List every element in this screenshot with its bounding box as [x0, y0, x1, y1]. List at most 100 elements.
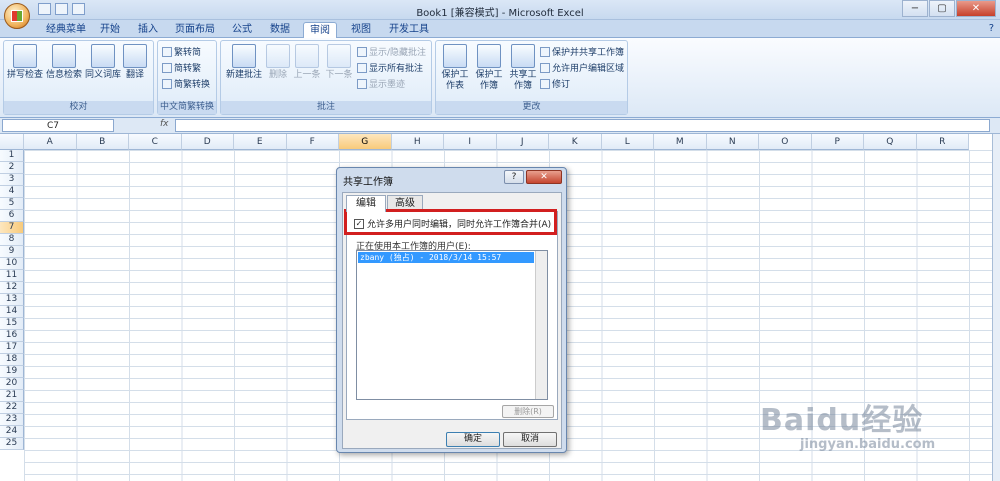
row-header[interactable]: 16 [0, 330, 24, 342]
select-all-corner[interactable] [0, 134, 24, 150]
translate-button[interactable]: 翻译 [118, 44, 152, 81]
row-header[interactable]: 15 [0, 318, 24, 330]
tab-view[interactable]: 视图 [347, 22, 375, 38]
column-header[interactable]: N [706, 134, 759, 150]
row-header[interactable]: 19 [0, 366, 24, 378]
vertical-scrollbar[interactable] [992, 134, 1000, 481]
row-header[interactable]: 11 [0, 270, 24, 282]
show-all-comments-button[interactable]: 显示所有批注 [357, 61, 423, 74]
fx-icon[interactable]: fx [160, 119, 169, 129]
protect-and-share-button[interactable]: 保护并共享工作簿 [540, 45, 624, 58]
group-label-comments: 批注 [221, 101, 431, 114]
ok-button[interactable]: 确定 [446, 432, 500, 447]
formula-input[interactable] [175, 119, 990, 132]
row-header[interactable]: 13 [0, 294, 24, 306]
chinese-conversion-button[interactable]: 简繁转换 [162, 77, 210, 90]
red-highlight-box [344, 209, 557, 235]
column-header[interactable]: M [654, 134, 707, 150]
show-hide-comment-button[interactable]: 显示/隐藏批注 [357, 45, 426, 58]
tab-review[interactable]: 审阅 [303, 22, 337, 39]
users-list[interactable]: zbany (独占) - 2018/3/14 15:57 [356, 250, 548, 400]
column-header[interactable]: R [916, 134, 969, 150]
column-header[interactable]: Q [864, 134, 917, 150]
users-list-scrollbar[interactable] [535, 251, 547, 399]
row-header[interactable]: 22 [0, 402, 24, 414]
tab-editing[interactable]: 编辑 [346, 195, 386, 212]
dialog-help-button[interactable]: ? [504, 170, 524, 184]
row-header[interactable]: 21 [0, 390, 24, 402]
show-ink-button[interactable]: 显示墨迹 [357, 77, 405, 90]
tab-insert[interactable]: 插入 [134, 22, 162, 38]
row-header[interactable]: 2 [0, 162, 24, 174]
previous-icon [295, 44, 319, 68]
convert-icon [162, 46, 172, 57]
column-header[interactable]: B [76, 134, 129, 150]
allow-edit-ranges-button[interactable]: 允许用户编辑区域 [540, 61, 624, 74]
group-chinese-conversion: 繁转简 简转繁 简繁转换 中文简繁转换 [157, 40, 217, 115]
row-header[interactable]: 14 [0, 306, 24, 318]
thesaurus-button[interactable]: 同义词库 [84, 44, 122, 81]
row-header[interactable]: 3 [0, 174, 24, 186]
row-header[interactable]: 6 [0, 210, 24, 222]
new-comment-button[interactable]: 新建批注 [223, 44, 265, 81]
row-header[interactable]: 1 [0, 150, 24, 162]
trad-to-simp-button[interactable]: 繁转简 [162, 45, 201, 58]
help-icon[interactable]: ? [989, 23, 994, 34]
edit-ranges-icon [540, 62, 550, 73]
column-header[interactable]: F [286, 134, 339, 150]
list-item[interactable]: zbany (独占) - 2018/3/14 15:57 [358, 252, 534, 263]
row-header[interactable]: 12 [0, 282, 24, 294]
column-header[interactable]: L [601, 134, 654, 150]
new-comment-icon [232, 44, 256, 68]
track-changes-button[interactable]: 修订 [540, 77, 570, 90]
tab-data[interactable]: 数据 [266, 22, 294, 38]
column-header[interactable]: J [496, 134, 549, 150]
row-header[interactable]: 23 [0, 414, 24, 426]
previous-comment-button[interactable]: 上一条 [291, 44, 323, 81]
tab-classic-menu[interactable]: 经典菜单 [40, 22, 92, 38]
share-workbook-button[interactable]: 共享工作簿 [506, 44, 540, 92]
row-header[interactable]: 18 [0, 354, 24, 366]
column-header[interactable]: I [444, 134, 497, 150]
column-header[interactable]: G [339, 134, 392, 150]
next-comment-button[interactable]: 下一条 [323, 44, 355, 81]
tab-page-layout[interactable]: 页面布局 [172, 22, 218, 38]
spelling-button[interactable]: 拼写检查 [6, 44, 44, 81]
column-header[interactable]: C [129, 134, 182, 150]
column-header[interactable]: O [759, 134, 812, 150]
close-button[interactable]: ✕ [956, 0, 996, 17]
column-header[interactable]: K [549, 134, 602, 150]
cancel-button[interactable]: 取消 [503, 432, 557, 447]
tab-developer[interactable]: 开发工具 [386, 22, 432, 38]
minimize-button[interactable]: − [902, 0, 928, 17]
protect-sheet-button[interactable]: 保护工作表 [438, 44, 472, 92]
row-header[interactable]: 10 [0, 258, 24, 270]
delete-comment-button[interactable]: 删除 [265, 44, 291, 81]
row-header[interactable]: 25 [0, 438, 24, 450]
row-header[interactable]: 8 [0, 234, 24, 246]
name-box[interactable]: C7 [2, 119, 114, 132]
remove-user-button[interactable]: 删除(R) [502, 405, 554, 418]
simp-to-trad-button[interactable]: 简转繁 [162, 61, 201, 74]
research-button[interactable]: 信息检索 [45, 44, 83, 81]
row-header[interactable]: 17 [0, 342, 24, 354]
column-header[interactable]: E [234, 134, 287, 150]
column-header[interactable]: P [811, 134, 864, 150]
column-header[interactable]: D [181, 134, 234, 150]
row-header[interactable]: 5 [0, 198, 24, 210]
column-header[interactable]: H [391, 134, 444, 150]
group-label-chinese: 中文简繁转换 [158, 101, 216, 114]
column-header[interactable]: A [24, 134, 77, 150]
row-header[interactable]: 7 [0, 222, 24, 234]
tab-formulas[interactable]: 公式 [228, 22, 256, 38]
row-header[interactable]: 20 [0, 378, 24, 390]
tab-home[interactable]: 开始 [96, 22, 124, 38]
office-button[interactable] [4, 3, 30, 29]
row-header[interactable]: 24 [0, 426, 24, 438]
maximize-button[interactable]: ▢ [929, 0, 955, 17]
row-header[interactable]: 4 [0, 186, 24, 198]
protect-workbook-button[interactable]: 保护工作簿 [472, 44, 506, 92]
dialog-close-button[interactable]: ✕ [526, 170, 562, 184]
track-changes-icon [540, 78, 550, 89]
row-header[interactable]: 9 [0, 246, 24, 258]
